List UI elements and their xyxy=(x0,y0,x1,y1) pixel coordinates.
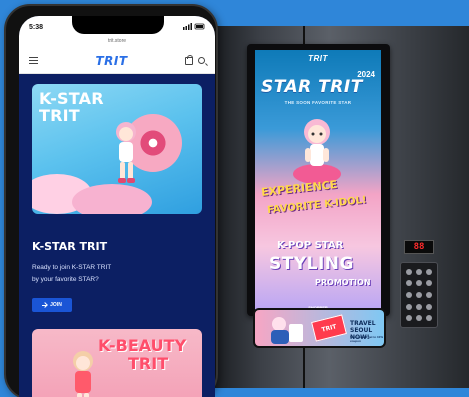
screen-subtitle: THE SOON FAVORITE STAR xyxy=(284,100,352,105)
screen-promotion: PROMOTION xyxy=(315,278,371,287)
keypad-button[interactable] xyxy=(426,280,432,287)
keypad-button[interactable] xyxy=(406,315,412,322)
site-header: TRIT xyxy=(19,48,215,74)
arrow-right-icon xyxy=(42,304,48,306)
k-beauty-title-line2: TRIT xyxy=(128,354,169,373)
keypad-button[interactable] xyxy=(406,291,412,298)
sticker-small-text: Sign up and get to 10% coupon xyxy=(350,335,384,343)
phone-notch xyxy=(72,16,164,34)
phone-device: 5:38 trit.store TRIT K-STAR TRIT K-STAR … xyxy=(4,4,218,397)
screen-experience: EXPERIENCE xyxy=(260,178,338,199)
hamburger-menu-icon[interactable] xyxy=(29,57,38,64)
idol-figure-illustration xyxy=(293,119,341,184)
keypad-button[interactable] xyxy=(426,291,432,298)
keypad-button[interactable] xyxy=(416,291,422,298)
travel-sticker: TRIT TRAVEL SEOUL NOW! Sign up and get t… xyxy=(253,308,386,348)
sticker-line1: TRAVEL xyxy=(350,320,376,327)
join-button-label: JOIN xyxy=(50,302,62,308)
section-description: Ready to join K-STAR TRIT by your favori… xyxy=(32,262,192,286)
header-actions xyxy=(184,54,205,65)
keypad-button[interactable] xyxy=(416,268,422,275)
hero-title: K-STAR TRIT xyxy=(39,90,104,124)
url-bar[interactable]: trit.store xyxy=(19,38,215,48)
cloud-decoration xyxy=(72,184,152,214)
brand-logo[interactable]: TRIT xyxy=(95,54,127,68)
hero-title-line1: K-STAR xyxy=(39,89,104,108)
k-beauty-title-line1: K-BEAUTY xyxy=(98,336,187,355)
k-star-hero-banner[interactable]: K-STAR TRIT xyxy=(32,84,202,214)
screen-title: STAR TRIT xyxy=(261,77,363,97)
signal-battery-icon xyxy=(183,22,205,30)
shopping-bag-icon[interactable] xyxy=(184,54,193,65)
hero-title-line2: TRIT xyxy=(39,106,80,125)
keypad-button[interactable] xyxy=(416,303,422,310)
status-time: 5:38 xyxy=(29,23,44,31)
keypad-button[interactable] xyxy=(426,268,432,275)
keypad-button[interactable] xyxy=(406,280,412,287)
status-icons xyxy=(183,22,205,32)
keypad-button[interactable] xyxy=(416,315,422,322)
description-line1: Ready to join K-STAR TRIT xyxy=(32,264,112,271)
k-beauty-banner[interactable]: K-BEAUTY TRIT xyxy=(32,329,202,397)
screen-styling: STYLING xyxy=(269,254,354,274)
keypad-button[interactable] xyxy=(416,280,422,287)
screen-kpop-star: K-POP STAR xyxy=(277,240,344,251)
screen-logo: TRIT xyxy=(308,54,328,63)
keypad-button[interactable] xyxy=(426,303,432,310)
screen-favorite: FAVORITE K-IDOL! xyxy=(266,194,368,217)
k-beauty-title: K-BEAUTY TRIT xyxy=(98,337,186,373)
floor-display: 88 xyxy=(404,240,434,254)
sticker-sign: TRIT xyxy=(311,314,347,342)
sticker-illustration xyxy=(271,317,303,344)
join-button[interactable]: JOIN xyxy=(32,298,72,312)
idol-girl-illustration xyxy=(116,122,136,183)
search-icon[interactable] xyxy=(197,56,205,64)
elevator-keypad xyxy=(400,262,438,328)
elevator-ad-screen: TRIT 2024 STAR TRIT THE SOON FAVORITE ST… xyxy=(255,50,381,312)
keypad-button[interactable] xyxy=(406,303,412,310)
keypad-button[interactable] xyxy=(406,268,412,275)
section-title: K-STAR TRIT xyxy=(32,240,108,253)
beauty-girl-illustration xyxy=(73,351,93,397)
keypad-button[interactable] xyxy=(426,315,432,322)
phone-screen: 5:38 trit.store TRIT K-STAR TRIT K-STAR … xyxy=(19,16,215,397)
description-line2: by your favorite STAR? xyxy=(32,276,99,283)
